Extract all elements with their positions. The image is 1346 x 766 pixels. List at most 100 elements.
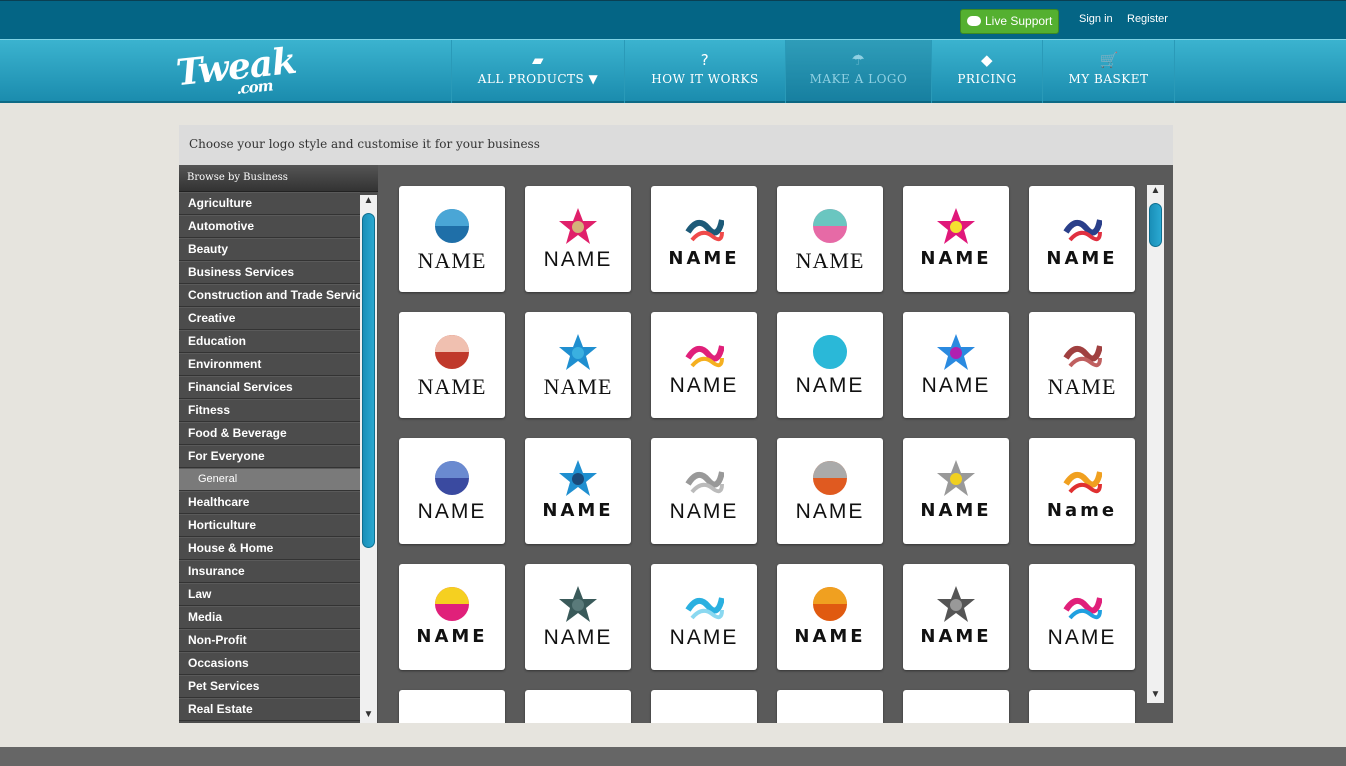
- scroll-down-icon[interactable]: ▼: [360, 709, 377, 723]
- logo-template-tile[interactable]: [651, 690, 757, 723]
- logo-template-tile[interactable]: NAME: [525, 564, 631, 670]
- sidebar-item-business-services[interactable]: Business Services: [179, 261, 360, 284]
- umbrella-icon: ☂: [851, 51, 866, 69]
- logo-name-text: NAME: [668, 248, 740, 269]
- sidebar-item-insurance[interactable]: Insurance: [179, 560, 360, 583]
- logo-name-text: NAME: [921, 374, 991, 397]
- sidebar-item-education[interactable]: Education: [179, 330, 360, 353]
- logo-name-text: NAME: [669, 626, 739, 649]
- grid-scrollbar[interactable]: ▲ ▼: [1147, 185, 1164, 703]
- sidebar-item-horticulture[interactable]: Horticulture: [179, 514, 360, 537]
- logo-name-text: NAME: [417, 248, 487, 273]
- tweak-logo[interactable]: Tweak .com: [174, 40, 298, 98]
- sidebar-item-non-profit[interactable]: Non-Profit: [179, 629, 360, 652]
- logo-template-tile[interactable]: NAME: [399, 564, 505, 670]
- scroll-up-icon[interactable]: ▲: [1147, 185, 1164, 199]
- logo-template-tile[interactable]: NAME: [651, 186, 757, 292]
- logo-mark-icon: [813, 209, 847, 243]
- nav-all-products[interactable]: ▰ ALL PRODUCTS ▼: [451, 40, 624, 103]
- sidebar-item-general[interactable]: General: [179, 468, 360, 491]
- logo-template-tile[interactable]: NAME: [651, 312, 757, 418]
- sidebar-item-construction-and-trade-services[interactable]: Construction and Trade Services: [179, 284, 360, 307]
- sidebar-item-beauty[interactable]: Beauty: [179, 238, 360, 261]
- logo-mark-icon: [559, 586, 597, 622]
- nav-label: HOW IT WORKS: [651, 72, 759, 86]
- sidebar-item-law[interactable]: Law: [179, 583, 360, 606]
- logo-name-text: NAME: [543, 248, 613, 271]
- logo-template-tile[interactable]: NAME: [777, 312, 883, 418]
- sidebar-item-real-estate[interactable]: Real Estate: [179, 698, 360, 721]
- sidebar-item-pet-services[interactable]: Pet Services: [179, 675, 360, 698]
- logo-template-tile[interactable]: NAME: [903, 438, 1009, 544]
- brand-suffix: .com: [235, 76, 274, 99]
- sidebar-item-for-everyone[interactable]: For Everyone: [179, 445, 360, 468]
- logo-template-tile[interactable]: [399, 690, 505, 723]
- logo-mark-icon: [559, 460, 597, 496]
- logo-mark-icon: [559, 334, 597, 370]
- sidebar-item-house-home[interactable]: House & Home: [179, 537, 360, 560]
- logo-template-tile[interactable]: NAME: [903, 186, 1009, 292]
- sidebar-item-automotive[interactable]: Automotive: [179, 215, 360, 238]
- logo-template-tile[interactable]: [903, 690, 1009, 723]
- logo-template-tile[interactable]: NAME: [777, 438, 883, 544]
- logo-name-text: NAME: [543, 374, 613, 399]
- logo-template-tile[interactable]: NAME: [525, 438, 631, 544]
- nav-make-a-logo[interactable]: ☂ MAKE A LOGO: [785, 40, 931, 103]
- sidebar-item-fitness[interactable]: Fitness: [179, 399, 360, 422]
- logo-template-tile[interactable]: NAME: [1029, 312, 1135, 418]
- logo-template-tile[interactable]: NAME: [651, 564, 757, 670]
- logo-template-tile[interactable]: NAME: [525, 186, 631, 292]
- sidebar-item-environment[interactable]: Environment: [179, 353, 360, 376]
- nav-my-basket[interactable]: 🛒 MY BASKET: [1042, 40, 1174, 103]
- logo-template-tile[interactable]: NAME: [399, 186, 505, 292]
- logo-name-text: NAME: [417, 500, 487, 523]
- logo-template-tile[interactable]: Name: [1029, 438, 1135, 544]
- logo-name-text: NAME: [795, 500, 865, 523]
- logo-template-tile[interactable]: NAME: [399, 438, 505, 544]
- sidebar-item-agriculture[interactable]: Agriculture: [179, 192, 360, 215]
- logo-template-tile[interactable]: NAME: [903, 312, 1009, 418]
- logo-template-tile[interactable]: NAME: [903, 564, 1009, 670]
- cart-icon: 🛒: [1099, 51, 1119, 69]
- logo-name-text: NAME: [1046, 248, 1118, 269]
- nav-label: ALL PRODUCTS ▼: [477, 72, 599, 86]
- tag-icon: ◆: [980, 51, 994, 69]
- logo-template-tile[interactable]: NAME: [777, 564, 883, 670]
- logo-name-text: NAME: [795, 248, 865, 273]
- logo-name-text: NAME: [1047, 374, 1117, 399]
- scroll-up-icon[interactable]: ▲: [360, 195, 377, 209]
- logo-mark-icon: [685, 471, 724, 494]
- sidebar-item-financial-services[interactable]: Financial Services: [179, 376, 360, 399]
- logo-name-text: NAME: [417, 374, 487, 399]
- live-support-button[interactable]: Live Support: [960, 9, 1059, 34]
- logo-mark-icon: [685, 219, 724, 242]
- logo-template-tile[interactable]: [525, 690, 631, 723]
- logo-mark-icon: [937, 586, 975, 622]
- nav-divider: [1174, 40, 1175, 103]
- nav-how-it-works[interactable]: ? HOW IT WORKS: [624, 40, 785, 103]
- logo-name-text: NAME: [795, 374, 865, 397]
- logo-template-tile[interactable]: NAME: [525, 312, 631, 418]
- logo-template-tile[interactable]: NAME: [1029, 186, 1135, 292]
- scroll-down-icon[interactable]: ▼: [1147, 689, 1164, 703]
- logo-name-text: NAME: [794, 626, 866, 647]
- sidebar-scroll-thumb[interactable]: [362, 213, 375, 548]
- logo-template-tile[interactable]: NAME: [1029, 564, 1135, 670]
- logo-template-tile[interactable]: [1029, 690, 1135, 723]
- sidebar-item-healthcare[interactable]: Healthcare: [179, 491, 360, 514]
- sidebar-item-food-beverage[interactable]: Food & Beverage: [179, 422, 360, 445]
- logo-template-tile[interactable]: [777, 690, 883, 723]
- chat-icon: [967, 16, 981, 26]
- sign-in-link[interactable]: Sign in: [1079, 13, 1113, 25]
- nav-pricing[interactable]: ◆ PRICING: [931, 40, 1042, 103]
- nav-label: MAKE A LOGO: [809, 72, 908, 86]
- logo-template-tile[interactable]: NAME: [399, 312, 505, 418]
- sidebar-item-occasions[interactable]: Occasions: [179, 652, 360, 675]
- grid-scroll-thumb[interactable]: [1149, 203, 1162, 247]
- sidebar-item-media[interactable]: Media: [179, 606, 360, 629]
- sidebar-scrollbar[interactable]: ▲ ▼: [360, 195, 377, 723]
- register-link[interactable]: Register: [1127, 13, 1168, 25]
- sidebar-item-creative[interactable]: Creative: [179, 307, 360, 330]
- logo-template-tile[interactable]: NAME: [777, 186, 883, 292]
- logo-template-tile[interactable]: NAME: [651, 438, 757, 544]
